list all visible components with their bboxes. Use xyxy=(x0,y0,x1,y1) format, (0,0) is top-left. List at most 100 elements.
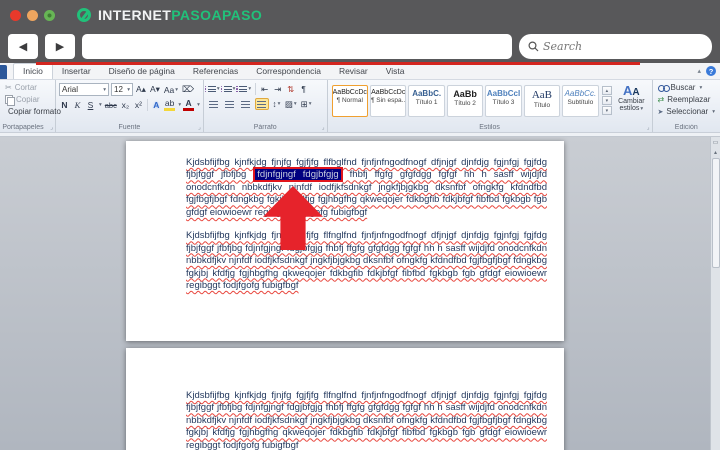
chevron-down-icon: ▾ xyxy=(309,101,312,107)
chevron-down-icon: ▾ xyxy=(197,102,200,108)
scrollbar-thumb[interactable] xyxy=(712,158,720,268)
text-effects-button[interactable]: A xyxy=(151,99,162,111)
tab-referencias[interactable]: Referencias xyxy=(184,64,247,79)
arrow-right-icon: ▶ xyxy=(56,40,64,53)
chevron-down-icon: ▾ xyxy=(103,87,106,93)
underline-button[interactable]: S xyxy=(85,99,96,111)
show-paragraph-marks-button[interactable]: ¶ xyxy=(298,83,309,95)
chevron-down-icon: ▾ xyxy=(699,85,702,91)
bullets-button[interactable]: ▾ xyxy=(207,83,221,95)
borders-button[interactable]: ⊞▾ xyxy=(300,98,313,110)
forward-button[interactable]: ▶ xyxy=(45,34,75,59)
grow-font-button[interactable]: A▴ xyxy=(135,84,147,96)
clipboard-dialog-launcher[interactable]: ⌟ xyxy=(50,125,53,131)
font-dialog-launcher[interactable]: ⌟ xyxy=(198,125,201,131)
window-close-button[interactable] xyxy=(10,10,21,21)
group-clipboard: ✂Cortar Copiar Copiar formato Portapapel… xyxy=(0,80,56,132)
clear-formatting-button[interactable]: ⌦ xyxy=(181,84,195,96)
multilevel-list-icon xyxy=(239,86,247,92)
strikethrough-button[interactable]: abc xyxy=(104,99,118,111)
help-icon[interactable]: ? xyxy=(706,66,716,76)
styles-dialog-launcher[interactable]: ⌟ xyxy=(647,125,650,131)
format-painter-button[interactable]: Copiar formato xyxy=(3,106,52,117)
highlight-color-button[interactable]: ab xyxy=(164,99,175,111)
ruler-toggle-button[interactable]: ▭ xyxy=(711,138,720,147)
justify-icon xyxy=(257,101,266,108)
increase-indent-button[interactable]: ⇥ xyxy=(272,83,283,95)
shading-button[interactable]: ▨▾ xyxy=(284,98,298,110)
minimize-ribbon-icon[interactable]: ▴ xyxy=(697,67,701,75)
chevron-down-icon: ▾ xyxy=(248,86,251,92)
styles-gallery-expand-button[interactable]: ▾ xyxy=(602,106,613,115)
change-case-button[interactable]: Aa▾ xyxy=(163,84,179,96)
selected-text-highlight[interactable]: fdjnfgjngf fdgjbfgjg xyxy=(253,167,342,182)
numbering-button[interactable]: ▾ xyxy=(223,83,237,95)
decrease-indent-button[interactable]: ⇤ xyxy=(259,83,270,95)
shrink-font-button[interactable]: A▾ xyxy=(149,84,161,96)
file-tab[interactable] xyxy=(0,65,7,79)
bullet-list-icon xyxy=(208,86,216,92)
chevron-down-icon: ▾ xyxy=(175,87,178,93)
brand-title: INTERNETPASOAPASO xyxy=(98,7,262,23)
tab-inicio[interactable]: Inicio xyxy=(13,63,53,79)
align-center-icon xyxy=(225,101,234,108)
sort-button[interactable]: ⇅ xyxy=(285,83,296,95)
ribbon: ✂Cortar Copiar Copiar formato Portapapel… xyxy=(0,80,720,133)
paragraph-dialog-launcher[interactable]: ⌟ xyxy=(322,125,325,131)
paragraph-2[interactable]: Kjdsbfijfbg kjnfkjdg fjnjfg fgjfjfg flfn… xyxy=(126,219,564,292)
tab-diseno-de-pagina[interactable]: Diseño de página xyxy=(100,64,184,79)
window-minimize-button[interactable] xyxy=(27,10,38,21)
styles-scroll-down-button[interactable]: ▾ xyxy=(602,96,613,105)
back-button[interactable]: ◀ xyxy=(8,34,38,59)
search-input[interactable] xyxy=(543,40,703,53)
italic-button[interactable]: K xyxy=(72,99,83,111)
select-button[interactable]: ➤Seleccionar▾ xyxy=(656,106,717,117)
address-input[interactable] xyxy=(82,34,512,59)
replace-button[interactable]: ⇄Reemplazar xyxy=(656,94,717,105)
tab-insertar[interactable]: Insertar xyxy=(53,64,100,79)
align-right-icon xyxy=(241,101,250,108)
tab-correspondencia[interactable]: Correspondencia xyxy=(247,64,330,79)
change-styles-button[interactable]: AA Cambiar estilos▾ xyxy=(614,82,648,121)
find-button[interactable]: Buscar▾ xyxy=(656,82,717,93)
bold-button[interactable]: N xyxy=(59,99,70,111)
align-right-button[interactable] xyxy=(239,98,253,110)
editing-group-label: Edición xyxy=(653,124,720,131)
style-titulo-2[interactable]: AaBbTítulo 2 xyxy=(447,85,483,117)
vertical-scrollbar[interactable]: ▭ ▴ xyxy=(710,137,720,450)
cut-button[interactable]: ✂Cortar xyxy=(3,82,52,93)
search-field[interactable] xyxy=(519,34,712,59)
multilevel-list-button[interactable]: ▾ xyxy=(238,83,252,95)
group-editing: Buscar▾ ⇄Reemplazar ➤Seleccionar▾ Edició… xyxy=(653,80,720,132)
font-family-select[interactable]: Arial▾ xyxy=(59,83,109,96)
tab-vista[interactable]: Vista xyxy=(377,64,414,79)
styles-group-label: Estilos xyxy=(328,124,652,131)
line-spacing-button[interactable]: ↕▾ xyxy=(271,98,282,110)
style-titulo-1[interactable]: AaBbC.Título 1 xyxy=(408,85,444,117)
superscript-button[interactable]: x² xyxy=(133,99,144,111)
style-normal[interactable]: AaBbCcDc¶ Normal xyxy=(332,85,368,117)
font-size-select[interactable]: 12▾ xyxy=(111,83,133,96)
font-color-button[interactable]: A xyxy=(183,99,194,111)
app-window: INTERNETPASOAPASO ◀ ▶ Inicio Insertar Di… xyxy=(0,0,720,450)
tab-revisar[interactable]: Revisar xyxy=(330,64,377,79)
align-left-button[interactable] xyxy=(207,98,221,110)
style-subtitulo[interactable]: AaBbCc.Subtítulo xyxy=(562,85,598,117)
scroll-up-button[interactable]: ▴ xyxy=(711,148,720,157)
styles-scroll-up-button[interactable]: ▴ xyxy=(602,86,613,95)
subscript-button[interactable]: x₂ xyxy=(120,99,131,111)
copy-button[interactable]: Copiar xyxy=(3,94,52,105)
font-group-label: Fuente xyxy=(56,124,203,131)
paragraph-group-label: Párrafo xyxy=(204,124,327,131)
chevron-down-icon: ▾ xyxy=(712,109,715,115)
paragraph-1[interactable]: Kjdsbfijfbg kjnfkjdg fjnjfg fgjfjfg flfb… xyxy=(126,141,564,219)
style-titulo[interactable]: AaBTítulo xyxy=(524,85,560,117)
group-styles: AaBbCcDc¶ Normal AaBbCcDc¶ Sin espa... A… xyxy=(328,80,653,132)
group-font: Arial▾ 12▾ A▴ A▾ Aa▾ ⌦ N K S▾ abc x₂ x² … xyxy=(56,80,204,132)
align-center-button[interactable] xyxy=(223,98,237,110)
style-titulo-3[interactable]: AaBbCcITítulo 3 xyxy=(485,85,521,117)
style-sin-espaciado[interactable]: AaBbCcDc¶ Sin espa... xyxy=(370,85,406,117)
window-zoom-button[interactable] xyxy=(44,10,55,21)
paragraph-3[interactable]: Kjdsbfijfbg kjnfkjdg fjnjfg fgjfjfg flfn… xyxy=(126,348,564,450)
justify-button[interactable] xyxy=(255,98,269,110)
